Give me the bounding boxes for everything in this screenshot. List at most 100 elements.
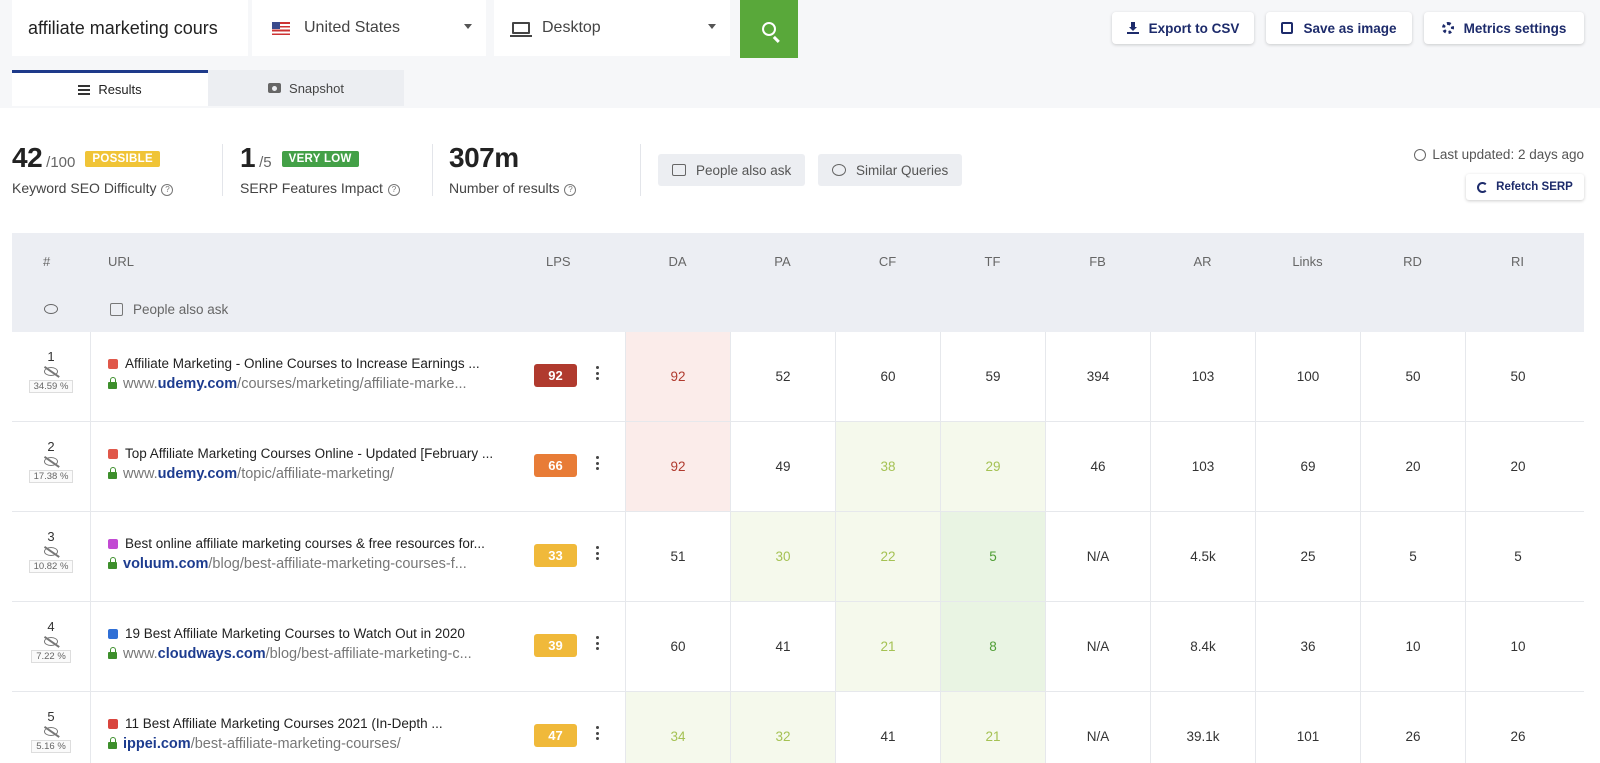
- metric-cell-tf: 29: [940, 422, 1045, 511]
- metric-cell-cf: 22: [835, 512, 940, 601]
- url-domain: cloudways.com: [157, 646, 266, 662]
- favicon-icon: [108, 448, 118, 459]
- metric-cell-pa: 32: [730, 692, 835, 763]
- result-title[interactable]: Affiliate Marketing - Online Courses to …: [108, 356, 538, 371]
- metric-cell-pa: 52: [730, 332, 835, 421]
- header-tf[interactable]: TF: [940, 233, 1045, 289]
- metric-cell-da: 51: [625, 512, 730, 601]
- url-path: /blog/best-affiliate-marketing-courses-f…: [208, 556, 467, 572]
- more-options-icon[interactable]: [596, 456, 600, 473]
- difficulty-badge: POSSIBLE: [85, 151, 160, 167]
- number-of-results-stat: 307m Number of results?: [449, 142, 577, 196]
- result-url[interactable]: ippei.com/best-affiliate-marketing-cours…: [108, 736, 538, 752]
- header-rd[interactable]: RD: [1360, 233, 1465, 289]
- favicon-icon: [108, 628, 118, 639]
- metric-cell-rd: 10: [1360, 602, 1465, 691]
- refetch-serp-label: Refetch SERP: [1496, 181, 1573, 193]
- download-icon: [1126, 22, 1139, 34]
- tab-snapshot[interactable]: Snapshot: [208, 70, 404, 106]
- eye-off-icon[interactable]: [44, 367, 58, 376]
- help-icon[interactable]: ?: [564, 184, 577, 196]
- metric-cell-links: 69: [1255, 422, 1360, 511]
- more-options-icon[interactable]: [596, 546, 600, 563]
- help-icon[interactable]: ?: [161, 184, 174, 196]
- metric-cell-ar: 4.5k: [1150, 512, 1255, 601]
- metric-cell-da: 92: [625, 332, 730, 421]
- header-ri[interactable]: RI: [1465, 233, 1570, 289]
- image-icon: [1281, 22, 1294, 34]
- header-cf[interactable]: CF: [835, 233, 940, 289]
- lps-badge: 39: [534, 634, 577, 657]
- tab-results-label: Results: [98, 82, 142, 97]
- header-pa[interactable]: PA: [730, 233, 835, 289]
- result-title[interactable]: 19 Best Affiliate Marketing Courses to W…: [108, 626, 538, 641]
- list-icon: [78, 84, 91, 95]
- similar-queries-chip-label: Similar Queries: [856, 162, 949, 178]
- chevron-down-icon: [708, 24, 716, 29]
- export-csv-button[interactable]: Export to CSV: [1112, 12, 1254, 44]
- people-also-ask-chip[interactable]: People also ask: [658, 154, 806, 186]
- keyword-difficulty-stat: 42/100 POSSIBLE Keyword SEO Difficulty?: [12, 142, 174, 196]
- eye-off-icon[interactable]: [44, 727, 58, 736]
- header-url[interactable]: URL: [108, 233, 134, 289]
- metric-cell-fb: N/A: [1045, 602, 1150, 691]
- eye-icon[interactable]: [44, 304, 58, 314]
- metric-cell-fb: N/A: [1045, 692, 1150, 763]
- clock-icon: [1414, 148, 1427, 161]
- more-options-icon[interactable]: [596, 366, 600, 383]
- help-icon[interactable]: ?: [387, 184, 400, 196]
- url-path: /best-affiliate-marketing-courses/: [190, 736, 401, 752]
- lock-icon: [108, 647, 117, 659]
- device-select[interactable]: Desktop: [494, 0, 730, 56]
- refresh-query-icon: [832, 164, 846, 176]
- serp-impact-label: SERP Features Impact: [240, 180, 383, 196]
- table-header: # URL LPS DA PA CF TF FB AR Links RD RI: [12, 233, 1584, 289]
- traffic-share: 7.22 %: [31, 650, 71, 663]
- metric-cell-fb: 394: [1045, 332, 1150, 421]
- result-url[interactable]: www. cloudways.com/blog/best-affiliate-ma…: [108, 646, 538, 662]
- rank-number: 2: [47, 439, 55, 454]
- rank-number: 3: [47, 529, 55, 544]
- result-title-text: 19 Best Affiliate Marketing Courses to W…: [125, 626, 465, 641]
- result-title[interactable]: 11 Best Affiliate Marketing Courses 2021…: [108, 716, 538, 731]
- tab-results[interactable]: Results: [12, 70, 208, 106]
- result-title-text: 11 Best Affiliate Marketing Courses 2021…: [125, 716, 443, 731]
- search-button[interactable]: [740, 0, 798, 58]
- refetch-serp-button[interactable]: Refetch SERP: [1466, 174, 1584, 200]
- rank-number: 4: [47, 619, 55, 634]
- header-links[interactable]: Links: [1255, 233, 1360, 289]
- result-title[interactable]: Best online affiliate marketing courses …: [108, 536, 538, 551]
- result-url[interactable]: voluum.com/blog/best-affiliate-marketing…: [108, 556, 538, 572]
- header-da[interactable]: DA: [625, 233, 730, 289]
- metric-cell-rd: 26: [1360, 692, 1465, 763]
- result-title[interactable]: Top Affiliate Marketing Courses Online -…: [108, 446, 538, 461]
- more-options-icon[interactable]: [596, 636, 600, 653]
- people-also-ask-row-label: People also ask: [133, 302, 229, 317]
- save-image-button[interactable]: Save as image: [1266, 12, 1412, 44]
- serp-impact-value: 1: [240, 142, 256, 173]
- table-row: 5 5.16 % 11 Best Affiliate Marketing Cours…: [12, 692, 1584, 763]
- people-also-ask-row: People also ask: [12, 289, 1584, 332]
- eye-off-icon[interactable]: [44, 547, 58, 556]
- metric-cell-rd: 50: [1360, 332, 1465, 421]
- eye-off-icon[interactable]: [44, 457, 58, 466]
- country-select[interactable]: United States: [252, 0, 486, 56]
- metric-cell-fb: 46: [1045, 422, 1150, 511]
- table-row: 4 7.22 % 19 Best Affiliate Marketing Cours…: [12, 602, 1584, 692]
- metric-cell-ar: 103: [1150, 332, 1255, 421]
- result-url[interactable]: www. udemy.com/topic/affiliate-marketing/: [108, 466, 538, 482]
- keyword-search-input[interactable]: affiliate marketing cours: [12, 0, 248, 56]
- lock-icon: [108, 557, 117, 569]
- similar-queries-chip[interactable]: Similar Queries: [818, 154, 963, 186]
- more-options-icon[interactable]: [596, 726, 600, 743]
- favicon-icon: [108, 358, 118, 369]
- lock-icon: [108, 737, 117, 749]
- header-lps[interactable]: LPS: [546, 233, 571, 289]
- refresh-icon: [1477, 181, 1489, 193]
- header-ar[interactable]: AR: [1150, 233, 1255, 289]
- rank-number: 1: [47, 349, 55, 364]
- result-url[interactable]: www. udemy.com/courses/marketing/affiliat…: [108, 376, 538, 392]
- metrics-settings-button[interactable]: Metrics settings: [1424, 12, 1584, 44]
- header-fb[interactable]: FB: [1045, 233, 1150, 289]
- eye-off-icon[interactable]: [44, 637, 58, 646]
